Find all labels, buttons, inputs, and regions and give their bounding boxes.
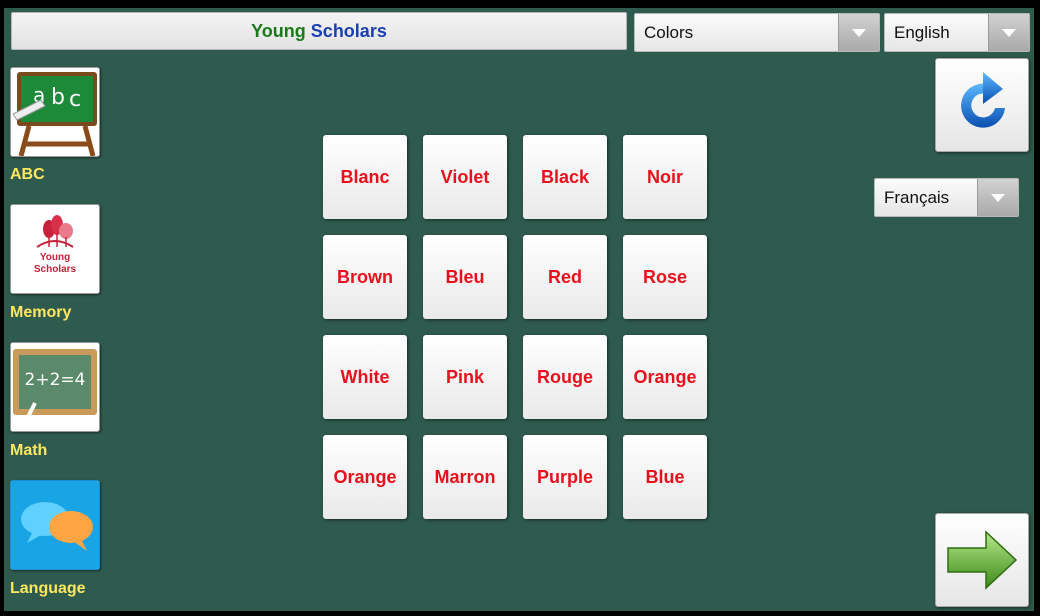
word-tile[interactable]: Purple (523, 435, 607, 519)
title-scholars: Scholars (310, 20, 387, 41)
refresh-icon (961, 72, 1005, 128)
target-language-dropdown-value: Français (884, 187, 950, 207)
svg-text:2+2=4: 2+2=4 (25, 370, 86, 390)
young-scholars-logo-icon: Young Scholars (11, 205, 99, 293)
svg-text:Young: Young (40, 252, 70, 263)
word-tile[interactable]: Red (523, 235, 607, 319)
sidebar-item-abc[interactable]: b c a (10, 67, 100, 157)
word-tile[interactable]: Marron (423, 435, 507, 519)
math-chalkboard-icon: 2+2=4 (11, 343, 99, 431)
sidebar-label-language: Language (10, 580, 86, 597)
abc-chalkboard-icon: b c a (11, 68, 99, 156)
language-dropdown-arrow[interactable] (988, 14, 1029, 51)
sidebar-label-math: Math (10, 442, 48, 459)
sidebar-label-abc: ABC (10, 166, 45, 183)
word-tile[interactable]: Rose (623, 235, 707, 319)
word-tile[interactable]: Blanc (323, 135, 407, 219)
sidebar-item-language[interactable] (10, 480, 100, 570)
title-young: Young (251, 20, 306, 41)
chevron-down-icon (991, 193, 1005, 202)
chevron-down-icon (852, 28, 866, 37)
word-tile[interactable]: White (323, 335, 407, 419)
app-window: Young Scholars Colors English Français b… (4, 8, 1034, 611)
word-tile[interactable]: Bleu (423, 235, 507, 319)
target-language-dropdown-arrow[interactable] (977, 179, 1018, 216)
svg-text:b: b (51, 85, 65, 110)
svg-text:c: c (69, 87, 81, 112)
category-dropdown-arrow[interactable] (838, 14, 879, 51)
category-dropdown[interactable]: Colors (634, 13, 880, 52)
next-button[interactable] (935, 513, 1029, 607)
target-language-dropdown[interactable]: Français (874, 178, 1019, 217)
language-dropdown-value: English (894, 22, 950, 42)
arrow-right-icon (947, 530, 1018, 590)
word-tile[interactable]: Orange (323, 435, 407, 519)
word-tile[interactable]: Violet (423, 135, 507, 219)
title-bar: Young Scholars (11, 12, 627, 50)
word-tile[interactable]: Rouge (523, 335, 607, 419)
word-tile[interactable]: Black (523, 135, 607, 219)
chevron-down-icon (1002, 28, 1016, 37)
word-tile[interactable]: Brown (323, 235, 407, 319)
svg-text:Scholars: Scholars (34, 264, 77, 275)
refresh-button[interactable] (935, 58, 1029, 152)
speech-bubbles-icon (11, 481, 99, 569)
sidebar-item-math[interactable]: 2+2=4 (10, 342, 100, 432)
word-tile[interactable]: Pink (423, 335, 507, 419)
word-tile[interactable]: Noir (623, 135, 707, 219)
category-dropdown-value: Colors (644, 22, 694, 42)
sidebar-label-memory: Memory (10, 304, 72, 321)
language-dropdown[interactable]: English (884, 13, 1030, 52)
sidebar-item-memory[interactable]: Young Scholars (10, 204, 100, 294)
word-tile[interactable]: Orange (623, 335, 707, 419)
word-tile[interactable]: Blue (623, 435, 707, 519)
